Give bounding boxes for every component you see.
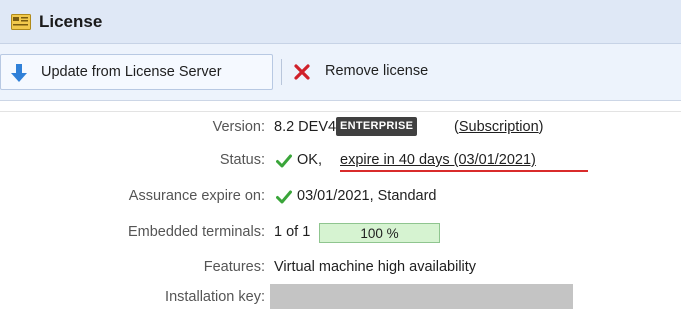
version-value: 8.2 DEV4 <box>274 119 337 135</box>
terminals-progress-bar: 100 % <box>319 223 440 243</box>
installation-key-field[interactable] <box>270 284 573 309</box>
toolbar-separator <box>281 59 282 85</box>
check-icon <box>276 190 292 204</box>
features-value: Virtual machine high availability <box>274 259 477 275</box>
toolbar: Update from License Server Remove licens… <box>0 44 681 101</box>
assurance-value: 03/01/2021, Standard <box>297 188 437 204</box>
remove-license-button[interactable]: Remove license <box>289 54 469 90</box>
subscription-text: (Subscription) <box>454 119 544 135</box>
status-label: Status: <box>219 152 265 168</box>
page-title: License <box>39 12 103 31</box>
remove-button-label: Remove license <box>325 63 429 79</box>
check-icon <box>276 154 292 168</box>
update-from-license-server-button[interactable]: Update from License Server <box>0 54 273 90</box>
license-header: License <box>0 0 681 44</box>
features-label: Features: <box>203 259 265 275</box>
divider <box>0 111 681 112</box>
expire-warning-underline <box>340 170 588 172</box>
installation-key-label: Installation key: <box>165 289 265 305</box>
red-x-icon <box>294 64 310 80</box>
download-arrow-icon <box>11 64 27 82</box>
terminals-value: 1 of 1 <box>274 224 311 240</box>
subscription-link[interactable]: Subscription <box>459 119 539 135</box>
license-card-icon <box>11 14 31 30</box>
edition-badge: ENTERPRISE <box>336 117 418 136</box>
terminals-label: Embedded terminals: <box>127 224 265 240</box>
update-button-label: Update from License Server <box>41 64 222 80</box>
assurance-label: Assurance expire on: <box>128 188 265 204</box>
status-ok: OK, <box>297 152 322 168</box>
version-label: Version: <box>212 119 265 135</box>
status-expire-text: expire in 40 days (03/01/2021) <box>340 152 536 168</box>
progress-text: 100 % <box>360 226 399 241</box>
